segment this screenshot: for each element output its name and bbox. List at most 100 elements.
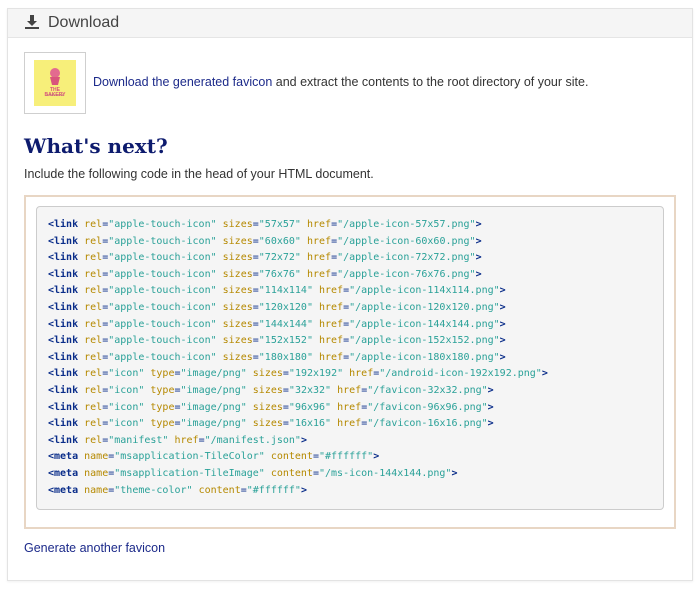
code-attr-name: content bbox=[270, 467, 313, 479]
code-attr-name: sizes bbox=[252, 401, 283, 413]
code-attr-value: "57x57" bbox=[258, 219, 301, 230]
code-attr-name: rel bbox=[84, 368, 103, 380]
code-attr-name: href bbox=[337, 401, 362, 413]
cupcake-icon bbox=[50, 68, 60, 85]
code-attr-value: "#ffffff" bbox=[246, 484, 301, 496]
download-instructions: Download the generated favicon and extra… bbox=[93, 75, 588, 89]
code-attr-name: rel bbox=[84, 335, 103, 347]
code-line: <link rel="apple-touch-icon" sizes="60x6… bbox=[48, 234, 548, 251]
download-panel: Download THE BAKERY HOMEMADE Download th… bbox=[7, 8, 693, 581]
code-attr-name: type bbox=[150, 418, 175, 430]
code-tag: <link bbox=[48, 434, 79, 446]
code-attr-value: "/apple-icon-72x72.png" bbox=[337, 252, 476, 264]
code-attr-value: "/favicon-32x32.png" bbox=[367, 384, 488, 396]
code-tag: <link bbox=[48, 268, 79, 280]
code-tag: <link bbox=[48, 219, 79, 230]
code-attr-value: "/apple-icon-180x180.png" bbox=[349, 351, 500, 363]
code-attr-name: rel bbox=[84, 418, 103, 430]
code-attr-value: "/manifest.json" bbox=[204, 434, 301, 446]
code-attr-value: "#ffffff" bbox=[319, 451, 374, 463]
code-attr-value: "apple-touch-icon" bbox=[108, 252, 217, 264]
code-attr-name: href bbox=[319, 351, 344, 363]
code-attr-value: "192x192" bbox=[288, 368, 344, 380]
code-attr-value: "apple-touch-icon" bbox=[108, 219, 217, 230]
code-attr-value: "/apple-icon-152x152.png" bbox=[349, 335, 500, 347]
code-tag: <link bbox=[48, 252, 79, 264]
code-attr-name: rel bbox=[84, 268, 103, 280]
panel-header: Download bbox=[8, 9, 692, 38]
code-attr-value: "image/png" bbox=[180, 368, 247, 380]
code-attr-value: "manifest" bbox=[108, 434, 169, 446]
code-attr-value: "/apple-icon-144x144.png" bbox=[349, 318, 500, 330]
code-attr-name: href bbox=[306, 219, 332, 230]
code-attr-name: name bbox=[84, 484, 109, 496]
code-attr-value: "144x144" bbox=[258, 318, 313, 330]
code-line: <link rel="icon" type="image/png" sizes=… bbox=[48, 400, 548, 417]
whats-next-heading: What's next? bbox=[24, 134, 168, 158]
panel-title: Download bbox=[48, 14, 120, 31]
code-attr-value: "apple-touch-icon" bbox=[108, 335, 217, 347]
code-tag: <link bbox=[48, 351, 79, 363]
code-tag: <meta bbox=[48, 451, 79, 463]
code-attr-name: href bbox=[319, 285, 344, 297]
download-favicon-link[interactable]: Download the generated favicon bbox=[93, 75, 272, 89]
code-attr-name: rel bbox=[84, 384, 103, 396]
code-tag-close: > bbox=[300, 434, 307, 446]
code-tag: <link bbox=[48, 301, 79, 313]
code-attr-value: "image/png" bbox=[180, 401, 247, 413]
code-attr-name: sizes bbox=[252, 384, 283, 396]
code-line: <link rel="icon" type="image/png" sizes=… bbox=[48, 366, 548, 383]
code-tag: <meta bbox=[48, 484, 79, 496]
code-attr-name: href bbox=[174, 434, 199, 446]
code-block[interactable]: <link rel="apple-touch-icon" sizes="57x5… bbox=[36, 206, 664, 510]
code-attr-name: sizes bbox=[222, 335, 253, 347]
code-tag-close: > bbox=[499, 285, 506, 297]
code-tag-close: > bbox=[373, 451, 380, 463]
code-attr-name: rel bbox=[84, 318, 103, 330]
code-attr-value: "/apple-icon-114x114.png" bbox=[349, 285, 500, 297]
code-attr-name: rel bbox=[84, 252, 103, 264]
code-tag: <link bbox=[48, 318, 79, 330]
code-attr-value: "image/png" bbox=[180, 384, 247, 396]
code-attr-value: "apple-touch-icon" bbox=[108, 301, 217, 313]
code-attr-name: sizes bbox=[222, 301, 253, 313]
code-attr-name: name bbox=[84, 451, 109, 463]
code-attr-name: sizes bbox=[252, 368, 283, 380]
code-tag: <link bbox=[48, 384, 79, 396]
code-tag-close: > bbox=[451, 467, 458, 479]
code-tag-close: > bbox=[475, 219, 482, 230]
code-attr-name: href bbox=[306, 235, 332, 247]
code-attr-value: "image/png" bbox=[180, 418, 247, 430]
code-attr-name: sizes bbox=[222, 285, 253, 297]
code-line: <link rel="apple-touch-icon" sizes="144x… bbox=[48, 317, 548, 334]
favicon-preview-image: THE BAKERY HOMEMADE bbox=[24, 52, 86, 114]
code-attr-value: "apple-touch-icon" bbox=[108, 285, 217, 297]
code-line: <link rel="manifest" href="/manifest.jso… bbox=[48, 433, 548, 450]
code-attr-value: "/ms-icon-144x144.png" bbox=[319, 467, 452, 479]
code-attr-value: "apple-touch-icon" bbox=[108, 235, 217, 247]
code-container: <link rel="apple-touch-icon" sizes="57x5… bbox=[24, 195, 676, 529]
code-attr-value: "icon" bbox=[108, 368, 145, 380]
code-attr-value: "/apple-icon-120x120.png" bbox=[349, 301, 500, 313]
code-attr-value: "152x152" bbox=[258, 335, 313, 347]
code-attr-name: sizes bbox=[222, 235, 253, 247]
code-attr-value: "apple-touch-icon" bbox=[108, 268, 217, 280]
code-attr-name: sizes bbox=[222, 219, 253, 230]
code-tag-close: > bbox=[475, 252, 482, 264]
code-tag: <link bbox=[48, 401, 79, 413]
code-tag: <link bbox=[48, 285, 79, 297]
code-attr-name: href bbox=[306, 252, 332, 264]
code-attr-value: "/apple-icon-60x60.png" bbox=[337, 235, 476, 247]
code-line: <link rel="icon" type="image/png" sizes=… bbox=[48, 383, 548, 400]
code-tag-close: > bbox=[487, 418, 494, 430]
code-tag: <meta bbox=[48, 467, 79, 479]
code-attr-name: type bbox=[150, 401, 175, 413]
code-attr-name: href bbox=[349, 368, 374, 380]
generate-another-favicon-link[interactable]: Generate another favicon bbox=[24, 541, 165, 555]
code-attr-value: "72x72" bbox=[258, 252, 301, 264]
code-tag-close: > bbox=[300, 484, 307, 496]
code-attr-value: "96x96" bbox=[288, 401, 332, 413]
code-attr-value: "msapplication-TileColor" bbox=[114, 451, 265, 463]
code-tag-close: > bbox=[499, 351, 506, 363]
code-attr-name: rel bbox=[84, 351, 103, 363]
